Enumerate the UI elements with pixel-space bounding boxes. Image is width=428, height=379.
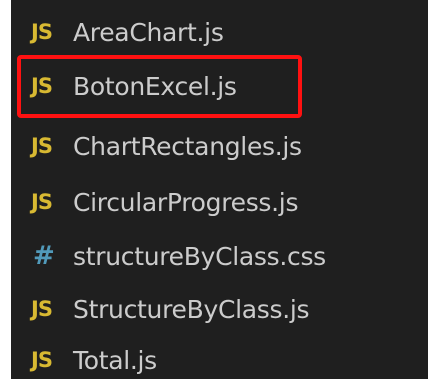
file-name: AreaChart.js xyxy=(73,17,224,47)
file-item-structurebyclass-css[interactable]: # structureByClass.css xyxy=(11,230,428,282)
file-name: CircularProgress.js xyxy=(73,187,299,217)
javascript-file-icon: JS xyxy=(31,189,53,214)
javascript-file-icon: JS xyxy=(31,347,53,372)
file-name: Total.js xyxy=(73,345,157,375)
file-item-structurebyclass-js[interactable]: JS StructureByClass.js xyxy=(11,283,428,335)
file-item-chartrectangles[interactable]: JS ChartRectangles.js xyxy=(11,120,428,172)
javascript-file-icon: JS xyxy=(31,133,53,158)
file-explorer-panel: JS AreaChart.js JS BotonExcel.js JS Char… xyxy=(11,0,428,379)
javascript-file-icon: JS xyxy=(31,73,53,98)
javascript-file-icon: JS xyxy=(31,19,53,44)
javascript-file-icon: JS xyxy=(31,296,53,321)
file-name: structureByClass.css xyxy=(73,241,326,271)
file-item-total[interactable]: JS Total.js xyxy=(11,334,428,379)
file-item-botonexcel[interactable]: JS BotonExcel.js xyxy=(11,60,428,112)
file-name: BotonExcel.js xyxy=(73,71,237,101)
file-name: StructureByClass.js xyxy=(73,294,310,324)
file-name: ChartRectangles.js xyxy=(73,131,302,161)
css-file-icon: # xyxy=(33,241,55,271)
file-item-circularprogress[interactable]: JS CircularProgress.js xyxy=(11,176,428,228)
file-item-areachart[interactable]: JS AreaChart.js xyxy=(11,6,428,58)
